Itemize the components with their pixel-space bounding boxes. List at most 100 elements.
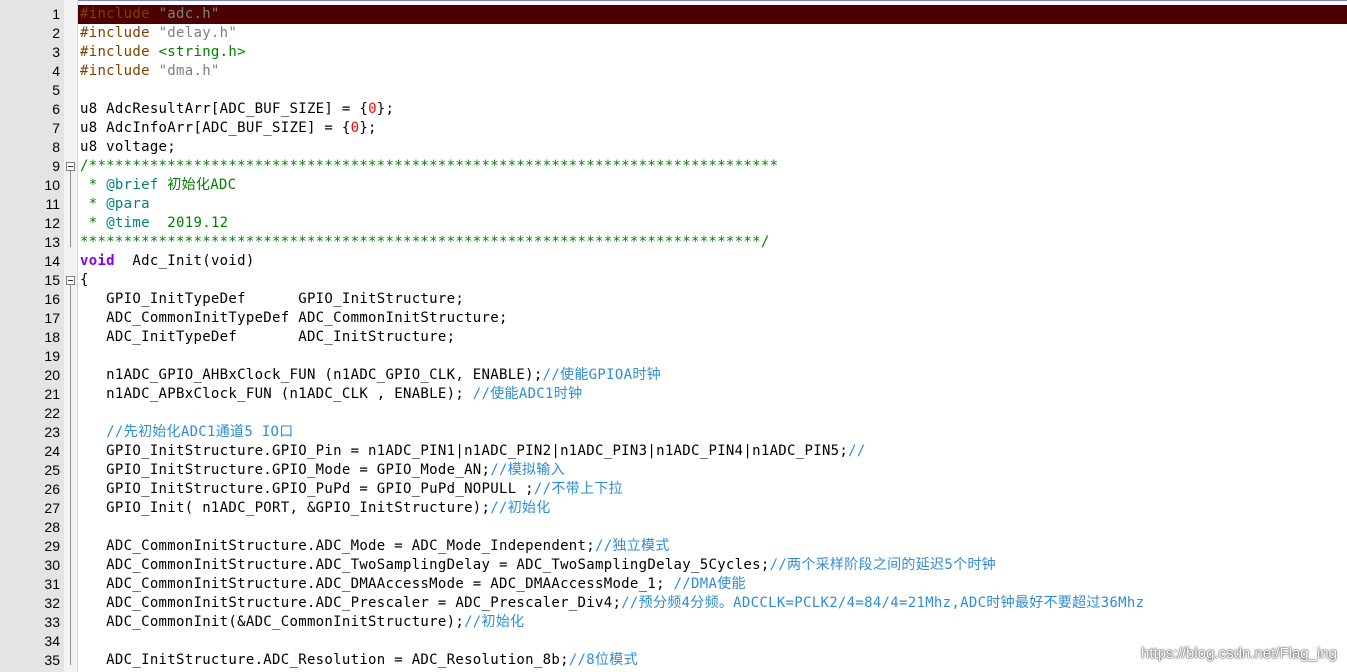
code-token: @para — [106, 196, 150, 212]
code-text: { — [80, 271, 89, 290]
code-text: u8 AdcInfoArr[ADC_BUF_SIZE] = {0}; — [80, 119, 377, 138]
code-token: "adc.h" — [158, 6, 220, 22]
line-number: 4 — [52, 63, 60, 79]
code-text: u8 voltage; — [80, 138, 176, 157]
code-token: /***************************************… — [80, 158, 779, 174]
code-token: ADC_CommonInitStructure.ADC_Mode = ADC_M… — [80, 538, 595, 554]
code-token: //初始化 — [464, 614, 525, 630]
code-token: //先初始化ADC1通道5 IO口 — [80, 424, 294, 440]
code-token: ADC_CommonInitStructure.ADC_DMAAccessMod… — [80, 576, 674, 592]
code-token: ADC_CommonInitTypeDef ADC_CommonInitStru… — [80, 310, 508, 326]
code-text: ****************************************… — [80, 233, 770, 252]
code-text: * @brief 初始化ADC — [80, 176, 236, 195]
fold-margin — [64, 0, 78, 672]
fold-collapse-icon[interactable] — [66, 276, 75, 285]
code-token: <string.h> — [158, 44, 246, 60]
code-token: "delay.h" — [158, 25, 238, 41]
line-number: 28 — [44, 519, 60, 535]
code-editor[interactable]: 1 #include "adc.h" 2 #include "delay.h" 3 #in… — [0, 0, 1347, 672]
code-line[interactable] — [78, 138, 1347, 157]
code-token: void — [80, 253, 115, 269]
code-token: GPIO_InitStructure.GPIO_PuPd = GPIO_PuPd… — [80, 481, 534, 497]
code-token: @time — [106, 215, 150, 231]
line-number: 33 — [44, 614, 60, 630]
code-line[interactable] — [78, 347, 1347, 366]
code-line[interactable] — [78, 252, 1347, 271]
code-token: ADC_CommonInit(&ADC_CommonInitStructure)… — [80, 614, 465, 630]
code-text: ADC_InitStructure.ADC_Resolution = ADC_R… — [80, 651, 638, 670]
code-text: ADC_CommonInitStructure.ADC_Mode = ADC_M… — [80, 537, 670, 556]
code-text: void Adc_Init(void) — [80, 252, 255, 271]
code-text: ADC_CommonInit(&ADC_CommonInitStructure)… — [80, 613, 524, 632]
code-line[interactable] — [78, 24, 1347, 43]
code-text: ADC_CommonInitTypeDef ADC_CommonInitStru… — [80, 309, 508, 328]
line-number: 11 — [45, 196, 60, 212]
line-number: 21 — [44, 386, 60, 402]
line-number: 12 — [44, 215, 60, 231]
fold-guide-line — [70, 285, 71, 665]
code-text: * @para — [80, 195, 150, 214]
code-text: GPIO_InitTypeDef GPIO_InitStructure; — [80, 290, 464, 309]
fold-guide-line — [70, 171, 71, 247]
code-text: #include "dma.h" — [80, 62, 220, 81]
code-line[interactable] — [78, 404, 1347, 423]
code-token: 初始化ADC — [158, 177, 237, 193]
code-token: //两个采样阶段之间的延迟5个时钟 — [769, 557, 996, 573]
code-line[interactable] — [78, 195, 1347, 214]
line-number: 26 — [44, 481, 60, 497]
line-number: 30 — [44, 557, 60, 573]
code-line[interactable] — [78, 81, 1347, 100]
line-number: 6 — [52, 101, 60, 117]
editor-top-border — [0, 0, 1347, 1]
code-text: u8 AdcResultArr[ADC_BUF_SIZE] = {0}; — [80, 100, 394, 119]
line-number: 5 — [52, 82, 60, 98]
code-line[interactable] — [78, 214, 1347, 233]
code-token: GPIO_InitTypeDef GPIO_InitStructure; — [80, 291, 465, 307]
code-line[interactable] — [78, 43, 1347, 62]
code-token: ADC_CommonInitStructure.ADC_Prescaler = … — [80, 595, 622, 611]
code-text: GPIO_InitStructure.GPIO_Mode = GPIO_Mode… — [80, 461, 565, 480]
code-line[interactable] — [78, 62, 1347, 81]
line-number: 16 — [44, 291, 60, 307]
code-text: #include "adc.h" — [80, 5, 220, 24]
line-number: 23 — [44, 424, 60, 440]
code-token: #include — [80, 44, 159, 60]
code-line[interactable] — [78, 518, 1347, 537]
code-line[interactable] — [78, 271, 1347, 290]
line-number: 25 — [44, 462, 60, 478]
fold-collapse-icon[interactable] — [66, 162, 75, 171]
line-number: 1 — [52, 6, 60, 22]
code-line[interactable] — [78, 5, 1347, 24]
code-text: #include "delay.h" — [80, 24, 237, 43]
line-number: 22 — [44, 405, 60, 421]
line-number: 7 — [52, 120, 60, 136]
code-token: GPIO_Init( n1ADC_PORT, &GPIO_InitStructu… — [80, 500, 491, 516]
line-number: 9 — [52, 158, 60, 174]
code-token: 2019.12 — [149, 215, 229, 231]
code-token: //预分频4分频。ADCCLK=PCLK2/4=84/4=21Mhz,ADC时钟… — [621, 595, 1145, 611]
code-token: @brief — [106, 177, 159, 193]
code-token: * — [80, 177, 107, 193]
code-token: //8位模式 — [568, 652, 638, 668]
line-number: 13 — [44, 234, 60, 250]
code-line[interactable] — [78, 176, 1347, 195]
code-text: GPIO_Init( n1ADC_PORT, &GPIO_InitStructu… — [80, 499, 551, 518]
line-number: 2 — [52, 25, 60, 41]
line-number: 8 — [52, 139, 60, 155]
code-text: ADC_InitTypeDef ADC_InitStructure; — [80, 328, 455, 347]
code-token: * — [80, 196, 107, 212]
code-token: ADC_CommonInitStructure.ADC_TwoSamplingD… — [80, 557, 770, 573]
line-number: 35 — [44, 652, 60, 668]
code-text: ADC_CommonInitStructure.ADC_TwoSamplingD… — [80, 556, 996, 575]
code-text: * @time 2019.12 — [80, 214, 228, 233]
code-text: n1ADC_APBxClock_FUN (n1ADC_CLK , ENABLE)… — [80, 385, 582, 404]
line-number: 10 — [44, 177, 60, 193]
code-token: }; — [376, 101, 395, 117]
code-text: /***************************************… — [80, 157, 778, 176]
code-token: //使能GPIOA时钟 — [542, 367, 661, 383]
line-number: 24 — [44, 443, 60, 459]
code-token: 0 — [368, 101, 377, 117]
line-number: 18 — [44, 329, 60, 345]
code-text: ADC_CommonInitStructure.ADC_DMAAccessMod… — [80, 575, 746, 594]
code-token: ****************************************… — [80, 234, 770, 250]
